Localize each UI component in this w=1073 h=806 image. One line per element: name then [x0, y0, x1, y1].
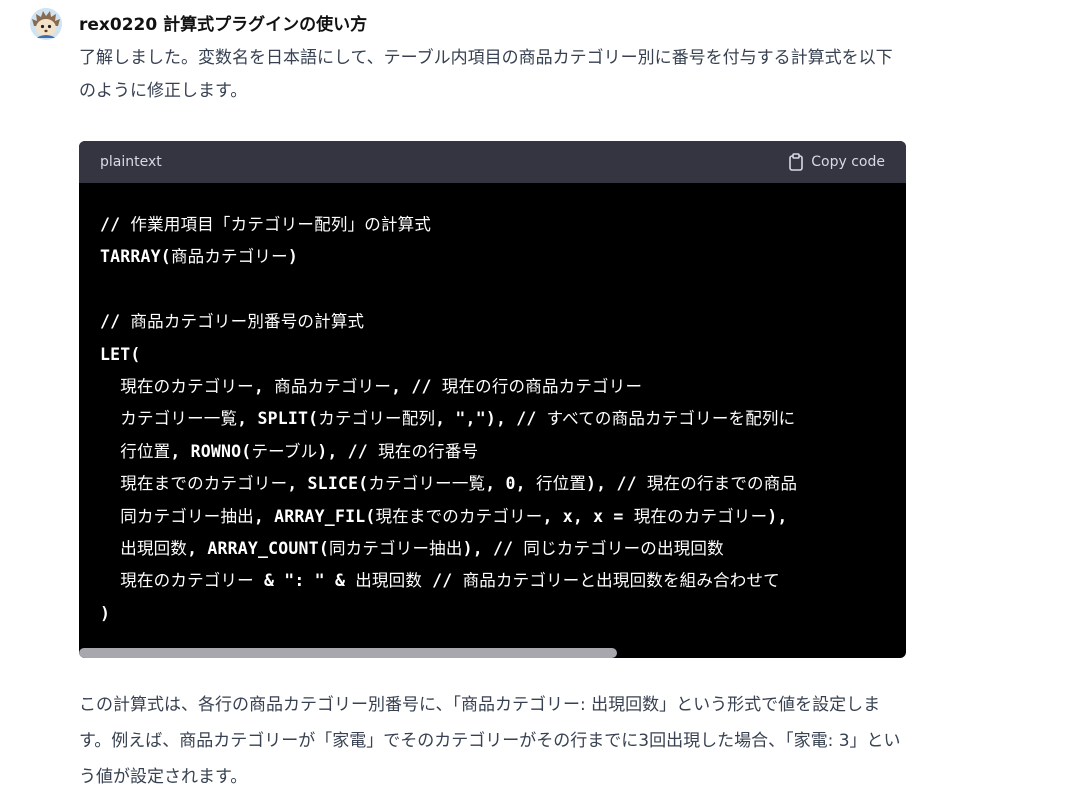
code-line: LET( [100, 344, 141, 364]
horizontal-scrollbar[interactable] [79, 648, 617, 658]
code-line: カテゴリー一覧, SPLIT(カテゴリー配列, ","), // すべての商品カ… [100, 409, 796, 429]
message-outro-text: この計算式は、各行の商品カテゴリー別番号に、「商品カテゴリー: 出現回数」という… [79, 695, 901, 787]
code-header: plaintext Copy code [79, 141, 906, 183]
code-block: plaintext Copy code // 作業用項目「カテゴリー配列」の計算… [79, 141, 906, 658]
avatar [30, 8, 62, 40]
copy-code-label: Copy code [811, 154, 885, 170]
code-line: 出現回数, ARRAY_COUNT(同カテゴリー抽出), // 同じカテゴリーの… [100, 538, 724, 558]
code-content: // 作業用項目「カテゴリー配列」の計算式 TARRAY(商品カテゴリー) // … [79, 183, 906, 658]
author-name: rex0220 計算式プラグインの使い方 [79, 15, 368, 35]
copy-code-button[interactable]: Copy code [788, 151, 885, 173]
code-line: 現在のカテゴリー, 商品カテゴリー, // 現在の行の商品カテゴリー [100, 376, 643, 396]
code-language-label: plaintext [100, 154, 162, 170]
hedgehog-avatar-icon [30, 8, 62, 40]
code-line: 現在のカテゴリー & ": " & 出現回数 // 商品カテゴリーと出現回数を組… [100, 571, 780, 591]
code-line: TARRAY(商品カテゴリー) [100, 247, 298, 267]
code-line: 現在までのカテゴリー, SLICE(カテゴリー一覧, 0, 行位置), // 現… [100, 474, 798, 494]
code-line: // 作業用項目「カテゴリー配列」の計算式 [100, 215, 432, 234]
message-intro-text: 了解しました。変数名を日本語にして、テーブル内項目の商品カテゴリー別に番号を付与… [79, 48, 893, 101]
code-line: // 商品カテゴリー別番号の計算式 [100, 312, 365, 332]
code-line: 行位置, ROWNO(テーブル), // 現在の行番号 [100, 441, 479, 461]
code-lines: // 作業用項目「カテゴリー配列」の計算式 TARRAY(商品カテゴリー) // … [100, 209, 797, 630]
code-line: 同カテゴリー抽出, ARRAY_FIL(現在までのカテゴリー, x, x = 現… [100, 506, 788, 526]
code-line: ) [100, 603, 111, 623]
chat-message: rex0220 計算式プラグインの使い方 了解しました。変数名を日本語にして、テ… [0, 0, 1073, 806]
clipboard-icon [789, 153, 804, 171]
